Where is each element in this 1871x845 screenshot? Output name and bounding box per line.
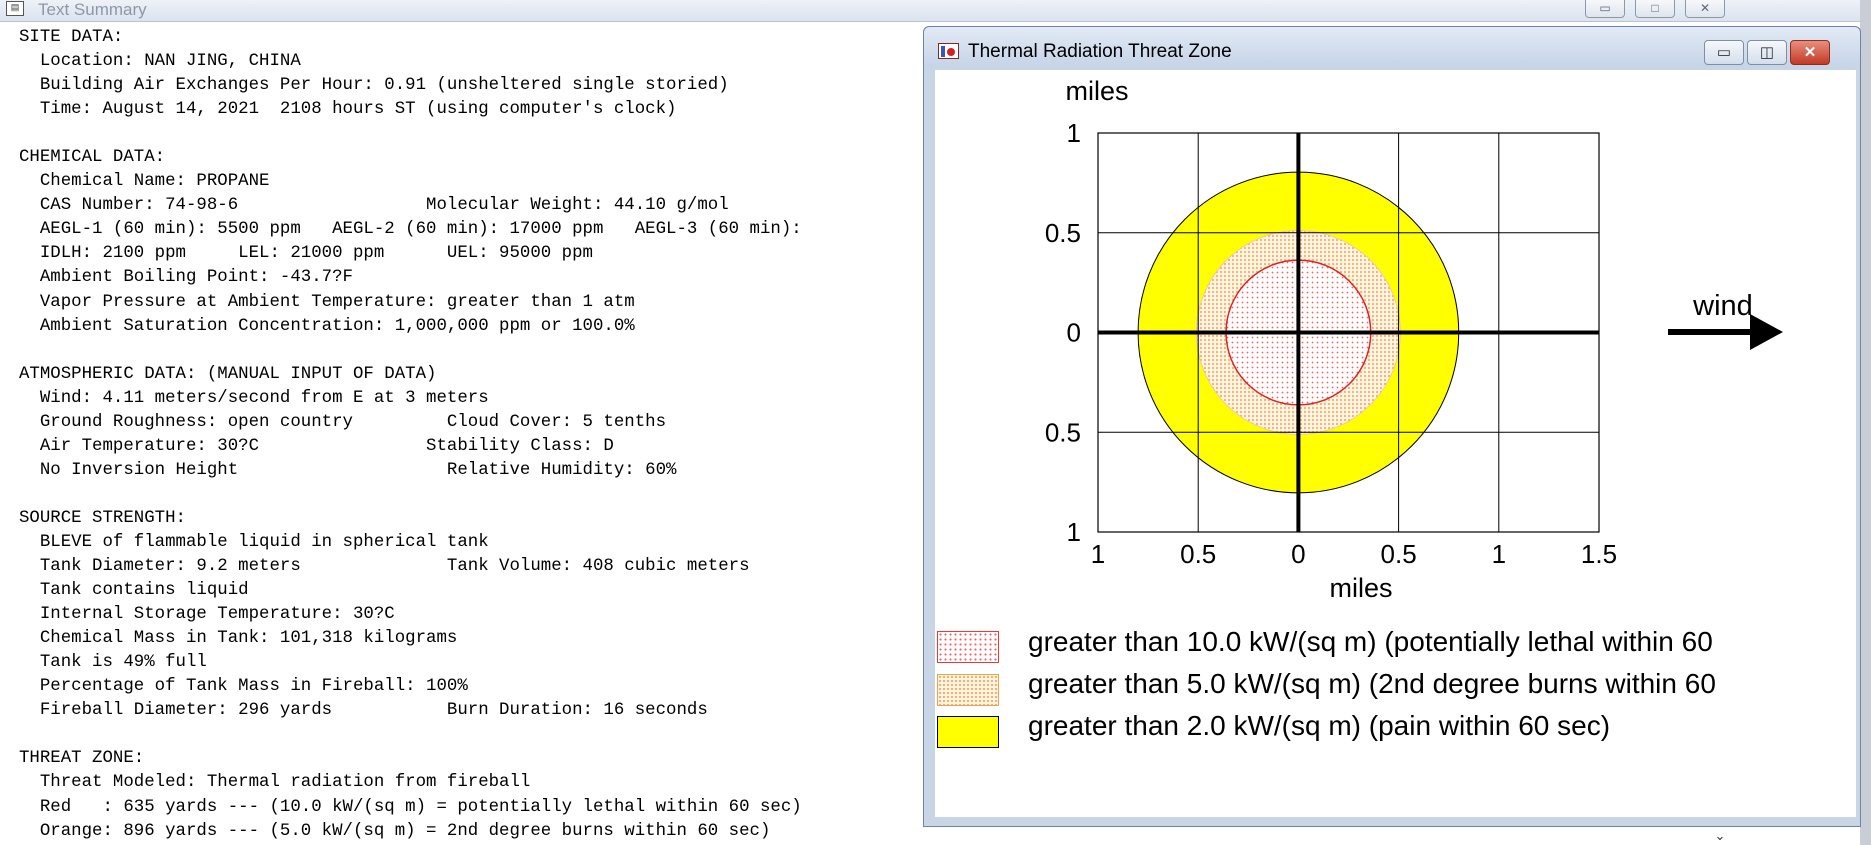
- x-tick-label: 0: [1291, 539, 1305, 569]
- summary-line: THREAT ZONE:: [19, 749, 145, 769]
- legend-swatch-orange: [937, 674, 999, 706]
- y-tick-label: 0.5: [1045, 218, 1081, 248]
- summary-line: Tank is 49% full: [19, 653, 207, 673]
- y-tick-label: 0.5: [1045, 417, 1081, 447]
- summary-line: AEGL-1 (60 min): 5500 ppm AEGL-2 (60 min…: [19, 220, 802, 240]
- y-axis-label: miles: [1065, 76, 1128, 106]
- maximize-button[interactable]: □: [1635, 0, 1675, 18]
- summary-line: BLEVE of flammable liquid in spherical t…: [19, 532, 489, 552]
- y-tick-label: 0: [1067, 318, 1081, 348]
- threat-close-button[interactable]: ✕: [1790, 40, 1830, 65]
- minimize-button[interactable]: ▭: [1585, 0, 1625, 18]
- wind-label: wind: [1692, 290, 1753, 322]
- x-tick-label: 1: [1091, 539, 1105, 569]
- x-tick-label: 1.5: [1581, 539, 1617, 569]
- legend-label-red: greater than 10.0 kW/(sq m) (potentially…: [1028, 626, 1713, 657]
- close-button[interactable]: ✕: [1685, 0, 1725, 18]
- summary-line: Chemical Name: PROPANE: [19, 172, 270, 192]
- y-tick-label: 1: [1067, 517, 1081, 547]
- y-tick-label: 1: [1067, 118, 1081, 148]
- summary-line: No Inversion Height Relative Humidity: 6…: [19, 460, 677, 480]
- summary-line: Fireball Diameter: 296 yards Burn Durati…: [19, 701, 708, 721]
- summary-line: [19, 483, 802, 507]
- summary-line: Time: August 14, 2021 2108 hours ST (usi…: [19, 100, 677, 120]
- threat-zone-plot-area: 1 0.5 0 0.5 1 1.5 1 0.5 0 0.5 1 miles miles wind grea…: [935, 70, 1856, 817]
- scroll-down-icon[interactable]: ⌄: [1708, 828, 1732, 845]
- window-title: Text Summary: [38, 0, 147, 19]
- legend-swatch-red: [937, 631, 999, 663]
- x-tick-label: 0.5: [1381, 539, 1417, 569]
- threat-maximize-button[interactable]: ◫: [1747, 40, 1787, 65]
- summary-line: CAS Number: 74-98-6 Molecular Weight: 44…: [19, 196, 729, 216]
- summary-line: [19, 339, 802, 363]
- summary-line: SITE DATA:: [19, 28, 124, 47]
- summary-line: Vapor Pressure at Ambient Temperature: g…: [19, 292, 635, 312]
- summary-line: Chemical Mass in Tank: 101,318 kilograms: [19, 629, 458, 649]
- summary-line: Internal Storage Temperature: 30?C: [19, 605, 395, 625]
- summary-line: Tank contains liquid: [19, 581, 249, 601]
- threat-zone-map: 1 0.5 0 0.5 1 1.5 1 0.5 0 0.5 1 miles miles wind: [1045, 76, 1783, 603]
- window-edge: [1860, 0, 1871, 845]
- summary-line: Percentage of Tank Mass in Fireball: 100…: [19, 677, 468, 697]
- summary-text: SITE DATA: Location: NAN JING, CHINA Bui…: [19, 26, 802, 844]
- legend-swatch-yellow: [937, 716, 999, 748]
- threat-zone-title: Thermal Radiation Threat Zone: [968, 41, 1232, 62]
- legend-label-yellow: greater than 2.0 kW/(sq m) (pain within …: [1028, 710, 1611, 741]
- summary-line: Wind: 4.11 meters/second from E at 3 met…: [19, 388, 489, 408]
- threat-zone-titlebar[interactable]: Thermal Radiation Threat Zone ▭ ◫ ✕: [924, 27, 1860, 67]
- summary-line: IDLH: 2100 ppm LEL: 21000 ppm UEL: 95000…: [19, 244, 593, 264]
- x-tick-label: 1: [1492, 539, 1506, 569]
- threat-minimize-button[interactable]: ▭: [1704, 40, 1744, 65]
- summary-line: Tank Diameter: 9.2 meters Tank Volume: 4…: [19, 557, 750, 577]
- summary-line: [19, 122, 802, 146]
- summary-line: [19, 723, 802, 747]
- wind-arrow-icon: [1750, 314, 1783, 350]
- summary-line: Ambient Saturation Concentration: 1,000,…: [19, 316, 635, 336]
- summary-line: Ambient Boiling Point: -43.7?F: [19, 268, 353, 288]
- summary-line: SOURCE STRENGTH:: [19, 508, 186, 528]
- summary-line: Air Temperature: 30?C Stability Class: D: [19, 436, 614, 456]
- x-tick-label: 0.5: [1180, 539, 1216, 569]
- threat-zone-window[interactable]: Thermal Radiation Threat Zone ▭ ◫ ✕ 1 0.5…: [923, 26, 1861, 827]
- text-summary-titlebar[interactable]: ▤ Text Summary ▭ □ ✕: [0, 0, 1871, 22]
- summary-line: CHEMICAL DATA:: [19, 148, 166, 168]
- legend-label-orange: greater than 5.0 kW/(sq m) (2nd degree b…: [1028, 668, 1716, 699]
- threat-zone-icon: [938, 43, 959, 59]
- x-axis-label: miles: [1329, 573, 1392, 603]
- summary-line: Orange: 896 yards --- (5.0 kW/(sq m) = 2…: [19, 821, 771, 841]
- summary-line: ATMOSPHERIC DATA: (MANUAL INPUT OF DATA): [19, 364, 437, 384]
- summary-line: Ground Roughness: open country Cloud Cov…: [19, 412, 667, 432]
- app-icon: ▤: [6, 1, 24, 16]
- summary-line: Red : 635 yards --- (10.0 kW/(sq m) = po…: [19, 797, 802, 817]
- summary-line: Threat Modeled: Thermal radiation from f…: [19, 773, 531, 793]
- summary-line: Location: NAN JING, CHINA: [19, 52, 301, 72]
- summary-line: Building Air Exchanges Per Hour: 0.91 (u…: [19, 76, 729, 96]
